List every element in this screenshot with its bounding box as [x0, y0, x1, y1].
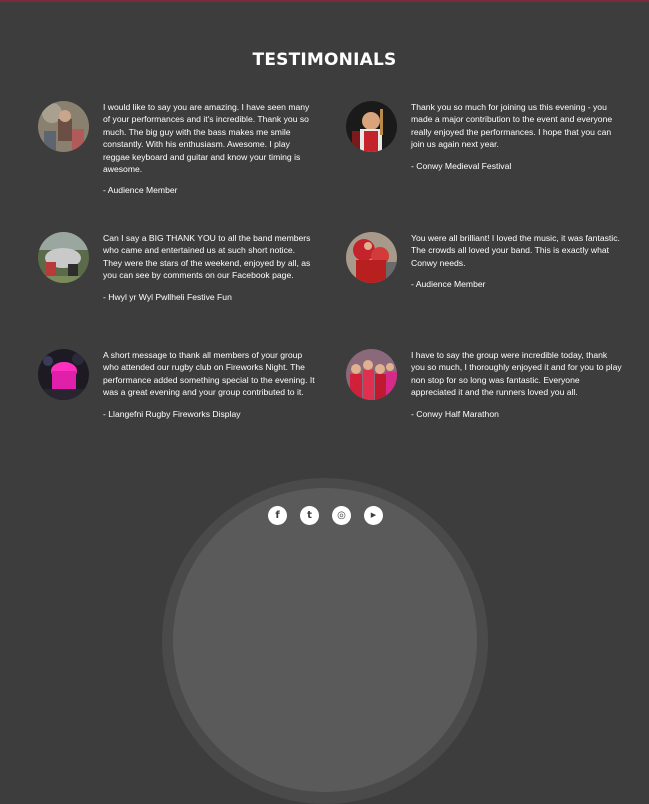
testimonial-quote: A short message to thank all members of …	[103, 350, 315, 419]
testimonial-quote: Thank you so much for joining us this ev…	[411, 101, 623, 172]
section-title: TESTIMONIALS	[252, 50, 397, 70]
testimonial-author: - Hwyl yr Wyl Pwllheli Festive Fun	[103, 291, 232, 302]
fireworks-night-photo	[38, 349, 89, 400]
testimonial-quote: I would like to say you are amazing. I h…	[103, 101, 315, 197]
footer-arc	[173, 488, 477, 792]
testimonial-author: - Conwy Medieval Festival	[411, 160, 512, 171]
instagram-icon[interactable]: ◎	[332, 506, 351, 525]
audience-member-photo	[38, 101, 89, 152]
half-marathon-photo	[346, 349, 397, 400]
youtube-icon[interactable]: ▶	[364, 506, 383, 525]
top-accent-line	[0, 0, 649, 2]
testimonial-quote: Can I say a BIG THANK YOU to all the ban…	[103, 232, 315, 303]
testimonial-quote: I have to say the group were incredible …	[411, 350, 622, 419]
conwy-crowd-photo	[346, 232, 397, 283]
testimonial-author: - Audience Member	[103, 185, 178, 196]
testimonial-author: - Conwy Half Marathon	[411, 408, 499, 419]
testimonial-author: - Llangefni Rugby Fireworks Display	[103, 408, 241, 419]
facebook-icon[interactable]: f	[268, 506, 287, 525]
pwllheli-festive-photo	[38, 232, 89, 283]
testimonial-quote: You were all brilliant! I loved the musi…	[411, 232, 623, 291]
social-links: f t ◎ ▶	[268, 506, 384, 527]
medieval-festival-photo	[346, 101, 397, 152]
twitter-icon[interactable]: t	[300, 506, 319, 525]
testimonial-author: - Audience Member	[411, 279, 486, 290]
